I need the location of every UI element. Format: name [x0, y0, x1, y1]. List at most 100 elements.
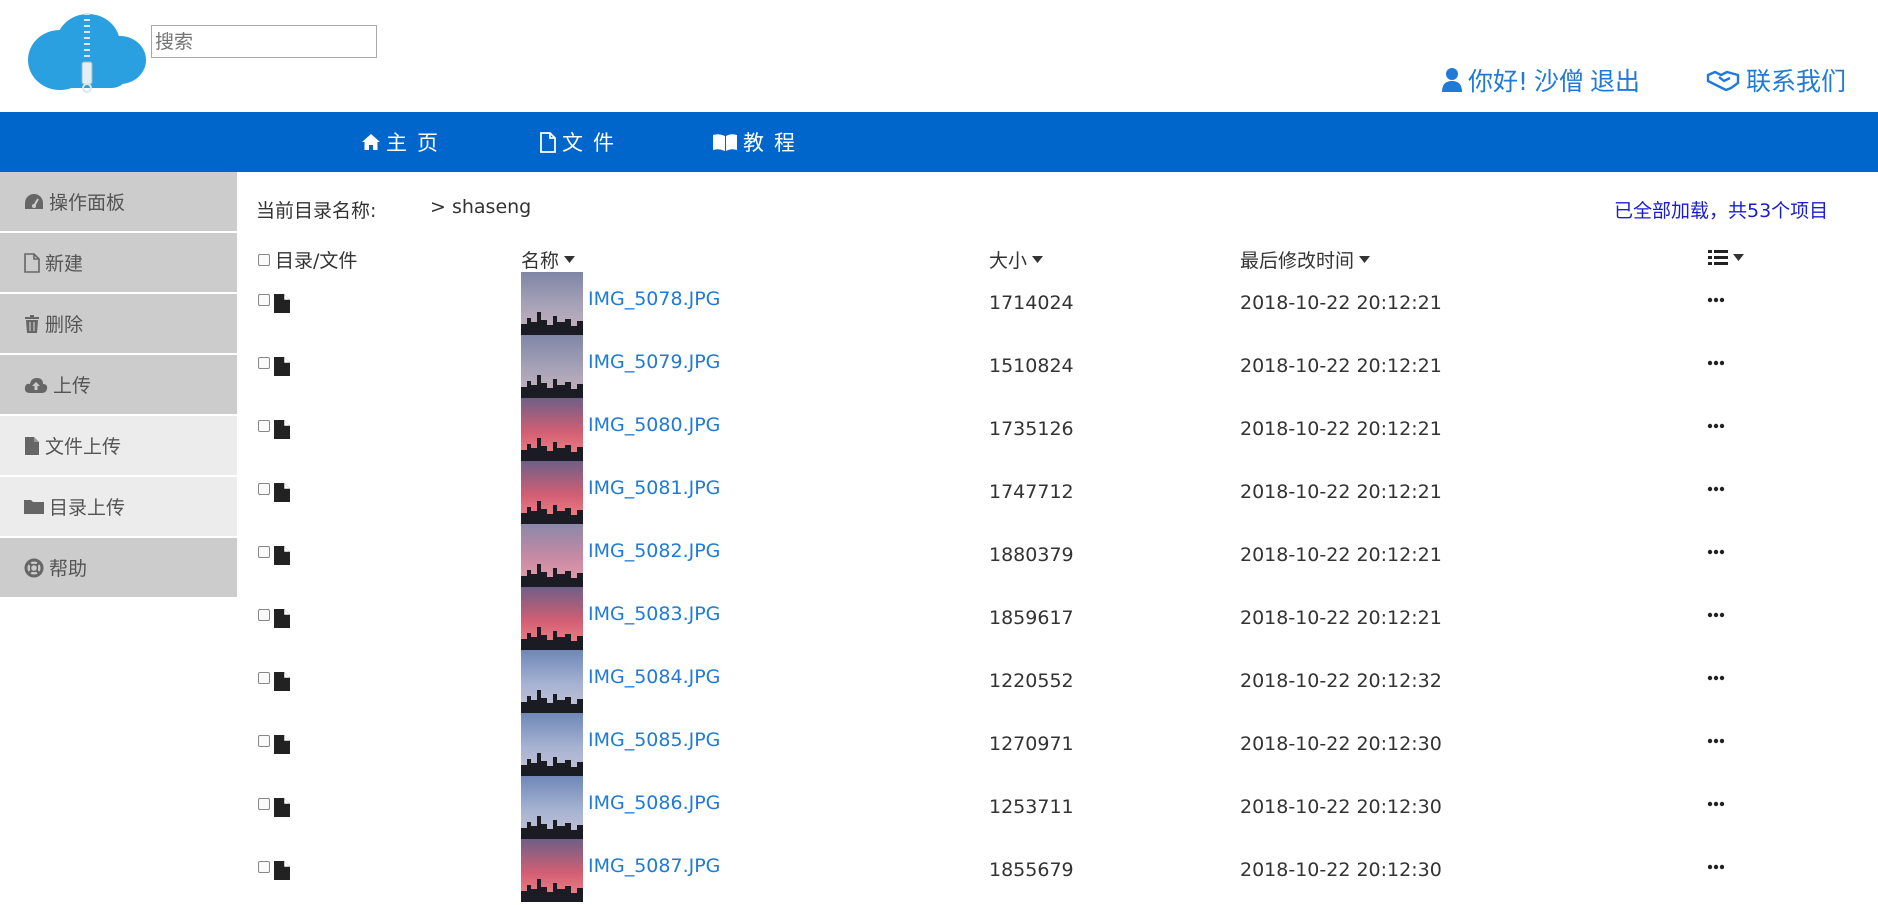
select-all-checkbox[interactable]: [258, 253, 270, 266]
column-header-name[interactable]: 名称: [521, 246, 576, 273]
file-name-link[interactable]: IMG_5081.JPG: [588, 477, 720, 499]
file-icon: [274, 735, 290, 754]
row-checkbox[interactable]: [258, 861, 270, 873]
more-actions-icon[interactable]: [1706, 290, 1726, 310]
row-checkbox[interactable]: [258, 546, 270, 558]
more-actions-icon[interactable]: [1706, 416, 1726, 436]
thumbnail-image[interactable]: [521, 650, 583, 713]
file-name-link[interactable]: IMG_5079.JPG: [588, 351, 720, 373]
file-size: 1510824: [989, 355, 1074, 377]
table-row[interactable]: IMG_5083.JPG 1859617 2018-10-22 20:12:21: [0, 587, 1878, 650]
row-checkbox[interactable]: [258, 735, 270, 747]
table-row[interactable]: IMG_5080.JPG 1735126 2018-10-22 20:12:21: [0, 398, 1878, 461]
contact-label[interactable]: 联系我们: [1746, 62, 1846, 98]
file-name-link[interactable]: IMG_5087.JPG: [588, 855, 720, 877]
list-view-icon: [1708, 250, 1728, 265]
cloud-zip-logo[interactable]: [28, 10, 146, 94]
more-actions-icon[interactable]: [1706, 668, 1726, 688]
logout-link[interactable]: 退出: [1590, 62, 1640, 98]
table-row[interactable]: IMG_5086.JPG 1253711 2018-10-22 20:12:30: [0, 776, 1878, 839]
file-name-link[interactable]: IMG_5084.JPG: [588, 666, 720, 688]
contact-us-link[interactable]: 联系我们: [1706, 62, 1846, 98]
thumbnail-image[interactable]: [521, 587, 583, 650]
table-row[interactable]: IMG_5085.JPG 1270971 2018-10-22 20:12:30: [0, 713, 1878, 776]
row-checkbox[interactable]: [258, 483, 270, 495]
file-name-link[interactable]: IMG_5083.JPG: [588, 603, 720, 625]
thumbnail-image[interactable]: [521, 524, 583, 587]
file-size: 1880379: [989, 544, 1074, 566]
more-actions-icon[interactable]: [1706, 857, 1726, 877]
row-checkbox[interactable]: [258, 798, 270, 810]
file-modified-time: 2018-10-22 20:12:21: [1240, 544, 1442, 566]
row-checkbox[interactable]: [258, 609, 270, 621]
thumbnail-image[interactable]: [521, 461, 583, 524]
nav-tutorial-label[interactable]: 教程: [743, 127, 805, 157]
row-checkbox[interactable]: [258, 672, 270, 684]
column-header-modified[interactable]: 最后修改时间: [1240, 246, 1371, 273]
thumbnail-image[interactable]: [521, 272, 583, 335]
thumbnail-image[interactable]: [521, 398, 583, 461]
row-checkbox[interactable]: [258, 294, 270, 306]
breadcrumb[interactable]: > shaseng: [430, 196, 531, 218]
file-modified-time: 2018-10-22 20:12:21: [1240, 292, 1442, 314]
thumbnail-image[interactable]: [521, 839, 583, 902]
nav-home[interactable]: 主页: [362, 112, 448, 172]
more-actions-icon[interactable]: [1706, 353, 1726, 373]
more-actions-icon[interactable]: [1706, 731, 1726, 751]
file-modified-time: 2018-10-22 20:12:30: [1240, 733, 1442, 755]
file-icon: [274, 420, 290, 439]
file-name-link[interactable]: IMG_5078.JPG: [588, 288, 720, 310]
column-size-label: 大小: [989, 250, 1028, 272]
file-icon: [274, 609, 290, 628]
more-actions-icon[interactable]: [1706, 542, 1726, 562]
user-icon: [1442, 68, 1462, 92]
file-icon: [274, 357, 290, 376]
load-status: 已全部加载，共53个项目: [1614, 200, 1829, 222]
thumbnail-image[interactable]: [521, 713, 583, 776]
table-row[interactable]: IMG_5081.JPG 1747712 2018-10-22 20:12:21: [0, 461, 1878, 524]
sidebar-item-dashboard[interactable]: 操作面板: [0, 172, 237, 233]
file-icon: [274, 861, 290, 880]
row-checkbox[interactable]: [258, 420, 270, 432]
file-modified-time: 2018-10-22 20:12:30: [1240, 796, 1442, 818]
column-header-size[interactable]: 大小: [989, 246, 1044, 273]
more-actions-icon[interactable]: [1706, 605, 1726, 625]
file-icon: [274, 798, 290, 817]
more-actions-icon[interactable]: [1706, 479, 1726, 499]
search-input[interactable]: [151, 25, 377, 58]
view-mode-toggle[interactable]: [1708, 250, 1744, 265]
file-name-link[interactable]: IMG_5085.JPG: [588, 729, 720, 751]
table-row[interactable]: IMG_5087.JPG 1855679 2018-10-22 20:12:30: [0, 839, 1878, 902]
column-name-label: 名称: [521, 250, 560, 272]
file-modified-time: 2018-10-22 20:12:30: [1240, 859, 1442, 881]
row-checkbox[interactable]: [258, 357, 270, 369]
select-all-header: 目录/文件: [258, 246, 357, 273]
nav-tutorial[interactable]: 教程: [713, 112, 805, 172]
file-name-link[interactable]: IMG_5086.JPG: [588, 792, 720, 814]
file-modified-time: 2018-10-22 20:12:21: [1240, 355, 1442, 377]
username-link[interactable]: 沙僧: [1534, 62, 1584, 98]
table-row[interactable]: IMG_5079.JPG 1510824 2018-10-22 20:12:21: [0, 335, 1878, 398]
column-header-select: 目录/文件: [275, 250, 358, 272]
nav-home-label[interactable]: 主页: [386, 127, 448, 157]
file-name-link[interactable]: IMG_5082.JPG: [588, 540, 720, 562]
caret-down-icon: [564, 256, 576, 263]
file-size: 1855679: [989, 859, 1074, 881]
more-actions-icon[interactable]: [1706, 794, 1726, 814]
book-icon: [713, 134, 737, 151]
file-icon: [274, 546, 290, 565]
thumbnail-image[interactable]: [521, 335, 583, 398]
nav-files-label[interactable]: 文件: [562, 127, 624, 157]
nav-files[interactable]: 文件: [540, 112, 624, 172]
table-row[interactable]: IMG_5078.JPG 1714024 2018-10-22 20:12:21: [0, 272, 1878, 335]
file-outline-icon: [24, 252, 40, 273]
file-size: 1714024: [989, 292, 1074, 314]
caret-down-icon: [1359, 256, 1371, 263]
table-row[interactable]: IMG_5082.JPG 1880379 2018-10-22 20:12:21: [0, 524, 1878, 587]
file-modified-time: 2018-10-22 20:12:21: [1240, 418, 1442, 440]
file-size: 1735126: [989, 418, 1074, 440]
home-icon: [362, 134, 380, 150]
table-row[interactable]: IMG_5084.JPG 1220552 2018-10-22 20:12:32: [0, 650, 1878, 713]
file-name-link[interactable]: IMG_5080.JPG: [588, 414, 720, 436]
thumbnail-image[interactable]: [521, 776, 583, 839]
